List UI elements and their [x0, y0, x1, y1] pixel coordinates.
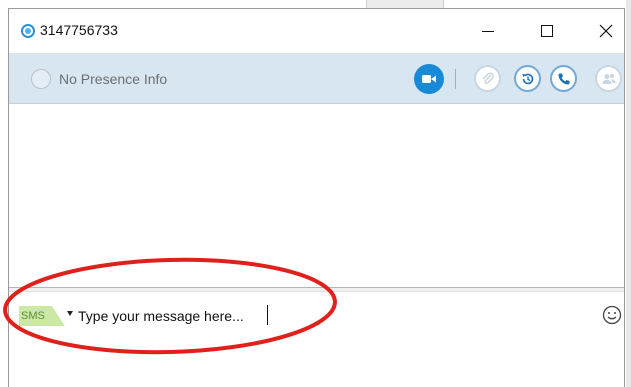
close-icon — [599, 24, 613, 38]
window-title: 3147756733 — [40, 22, 118, 38]
phone-icon — [558, 73, 569, 84]
maximize-button[interactable] — [524, 9, 570, 53]
presence-status-icon — [31, 69, 51, 89]
conversation-area — [9, 104, 624, 287]
call-button[interactable] — [550, 65, 577, 92]
title-bar: 3147756733 — [9, 9, 624, 53]
attach-file-button[interactable] — [474, 65, 501, 92]
presence-status-text: No Presence Info — [59, 71, 168, 87]
minimize-icon — [482, 30, 494, 32]
channel-badge[interactable]: SMS — [19, 306, 65, 326]
maximize-icon — [541, 25, 553, 37]
compose-area: SMS — [9, 292, 624, 387]
video-call-button[interactable] — [414, 64, 444, 94]
close-button[interactable] — [583, 9, 629, 53]
video-icon — [422, 75, 436, 83]
contacts-icon — [602, 73, 615, 84]
chat-window: 3147756733 No Presence Info SMS Type you… — [8, 8, 625, 387]
app-logo-icon — [21, 24, 35, 38]
add-participant-button[interactable] — [595, 65, 622, 92]
minimize-button[interactable] — [465, 9, 511, 53]
message-input[interactable] — [78, 305, 278, 327]
text-cursor — [267, 305, 268, 325]
presence-bar: No Presence Info — [9, 53, 624, 104]
channel-dropdown-icon[interactable] — [67, 311, 73, 316]
history-button[interactable] — [514, 65, 541, 92]
background-window-fragment — [366, 0, 444, 8]
toolbar-divider — [455, 69, 456, 89]
history-icon — [522, 73, 533, 84]
desktop-backdrop — [626, 0, 631, 387]
emoji-icon[interactable] — [602, 305, 622, 325]
attach-icon — [482, 71, 494, 84]
